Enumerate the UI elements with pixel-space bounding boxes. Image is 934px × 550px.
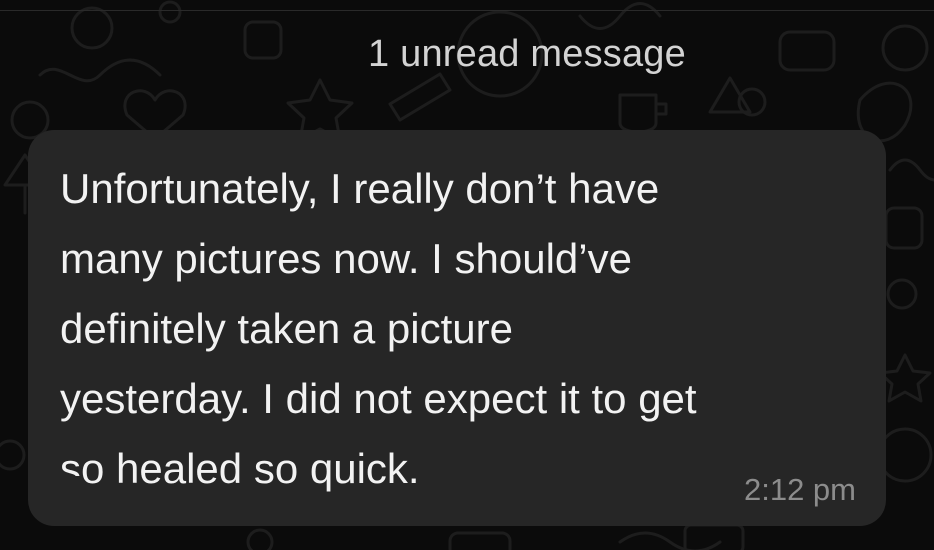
message-text: Unfortunately, I really don’t have many … [60, 165, 697, 492]
wallpaper-dot-icon [158, 0, 182, 24]
wallpaper-squiggle-icon [618, 531, 722, 550]
wallpaper-ring-icon [877, 427, 933, 483]
wallpaper-cup-icon [618, 93, 668, 134]
wallpaper-box-icon [884, 206, 924, 250]
unread-label: 1 unread message [368, 32, 686, 75]
top-divider [0, 10, 934, 11]
chat-screen: 1 unread message Unfortunately, I really… [0, 0, 934, 550]
wallpaper-bubble-icon [246, 528, 274, 550]
unread-banner: 1 unread message [0, 24, 934, 84]
wallpaper-dot-icon [0, 439, 26, 471]
wallpaper-dot-icon [886, 278, 918, 310]
message-timestamp: 2:12 pm [743, 472, 856, 507]
wallpaper-star-icon [878, 353, 932, 403]
wallpaper-squiggle-icon [888, 158, 934, 182]
wallpaper-card-icon [448, 531, 512, 550]
message-bubble[interactable]: Unfortunately, I really don’t have many … [28, 130, 886, 526]
